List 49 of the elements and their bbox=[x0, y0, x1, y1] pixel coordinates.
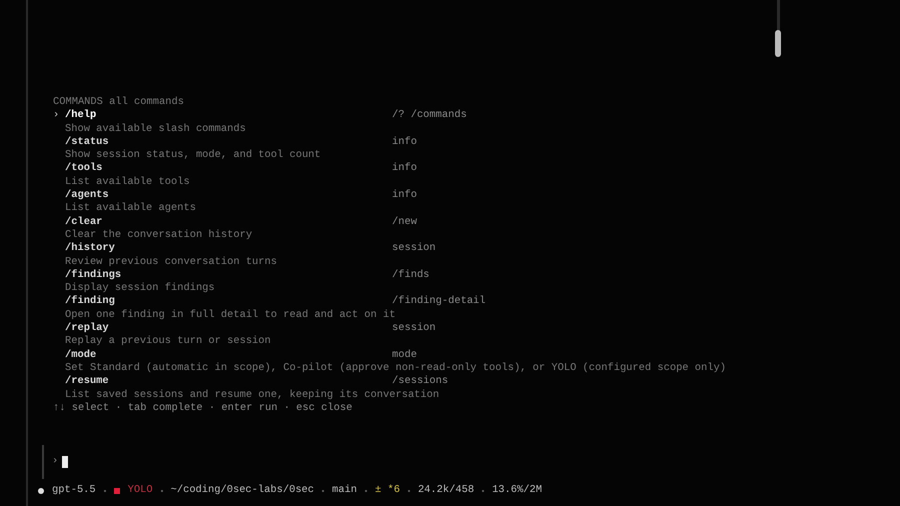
command-alias: /finding-detail bbox=[392, 295, 486, 309]
command-name[interactable]: /help bbox=[65, 109, 392, 123]
command-alias: /finds bbox=[392, 268, 430, 282]
command-name[interactable]: /status bbox=[65, 136, 392, 150]
command-description: Replay a previous turn or session bbox=[64, 335, 272, 349]
command-alias: info bbox=[392, 162, 417, 176]
command-alias: info bbox=[392, 189, 417, 202]
command-name[interactable]: /clear bbox=[65, 216, 392, 229]
command-alias: /? /commands bbox=[392, 109, 467, 123]
mode-icon bbox=[114, 488, 120, 494]
git-changes: ± *6 bbox=[374, 484, 400, 498]
command-description: Set Standard (automatic in scope), Co-pilot (approve non-read-only tools), or YOLO (configured scope only) bbox=[64, 362, 727, 376]
command-alias: info bbox=[392, 136, 417, 150]
command-description: Review previous conversation turns bbox=[64, 256, 278, 269]
command-alias: session bbox=[392, 322, 436, 336]
selection-marker: › bbox=[53, 109, 60, 123]
context-usage: 13.6%/2M bbox=[492, 484, 542, 498]
input-field[interactable]: › bbox=[42, 445, 900, 480]
dot-icon bbox=[38, 488, 44, 494]
command-description: List available tools bbox=[64, 176, 191, 190]
text-cursor bbox=[62, 456, 68, 468]
command-name[interactable]: /findings bbox=[65, 268, 392, 282]
command-name[interactable]: /tools bbox=[65, 162, 392, 176]
command-alias: /new bbox=[392, 216, 417, 229]
command-description: List available agents bbox=[64, 202, 197, 216]
command-name[interactable]: /replay bbox=[65, 322, 392, 336]
key-hint: ↑↓ select · tab complete · enter run · esc close bbox=[53, 402, 354, 416]
model-name: gpt-5.5 bbox=[52, 484, 96, 498]
command-name[interactable]: /history bbox=[65, 242, 392, 256]
command-description: Clear the conversation history bbox=[64, 228, 254, 242]
command-description: Display session findings bbox=[64, 282, 216, 295]
command-alias: /sessions bbox=[392, 375, 448, 389]
command-name[interactable]: /mode bbox=[65, 348, 392, 362]
token-count: 24.2k/458 bbox=[418, 484, 474, 498]
prompt-symbol: › bbox=[52, 455, 58, 469]
command-name[interactable]: /finding bbox=[65, 295, 392, 309]
folder-path: ~/coding/0sec-labs/0sec bbox=[170, 484, 314, 498]
command-alias: session bbox=[392, 242, 436, 256]
scrollbar-thumb[interactable] bbox=[775, 30, 781, 57]
mode-label: YOLO bbox=[128, 484, 153, 498]
command-description: Show available slash commands bbox=[64, 122, 247, 136]
command-description: Show session status, mode, and tool count bbox=[64, 149, 322, 162]
command-name[interactable]: /resume bbox=[65, 375, 392, 389]
command-alias: mode bbox=[392, 348, 417, 362]
command-name[interactable]: /agents bbox=[65, 189, 392, 202]
git-branch: main bbox=[332, 484, 357, 498]
command-description: Open one finding in full detail to read and act on it bbox=[64, 308, 396, 322]
palette-heading: COMMANDS all commands bbox=[53, 96, 185, 110]
command-description: List saved sessions and resume one, keeping its conversation bbox=[64, 388, 440, 402]
